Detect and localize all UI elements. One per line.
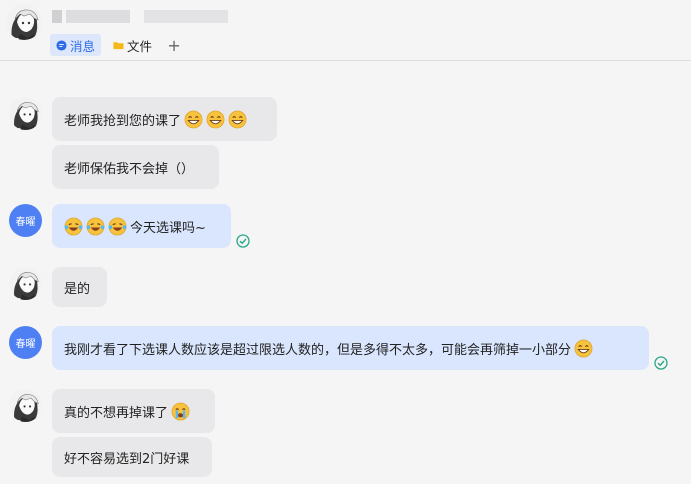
message-bubble[interactable]: 我刚才看了下选课人数应该是超过限选人数的，但是多得不太多，可能会再筛掉一小部分: [52, 326, 649, 370]
message-text: 是的: [64, 281, 91, 297]
laugh-cry-emoji: [64, 217, 83, 236]
avatar-initials: 春曜: [15, 339, 36, 350]
chat-bubble-icon: [56, 39, 67, 51]
contact-name-redacted: [144, 10, 228, 23]
message-bubble[interactable]: 今天选课吗~: [52, 204, 231, 248]
grin-emoji: [184, 110, 203, 129]
message-text: 我刚才看了下选课人数应该是超过限选人数的，但是多得不太多，可能会再筛掉一小部分: [64, 342, 572, 358]
grin-emoji: [574, 339, 593, 358]
message-bubble[interactable]: 好不容易选到2门好课: [52, 437, 212, 477]
sender-avatar[interactable]: [9, 389, 42, 422]
self-avatar[interactable]: 春曜: [9, 326, 42, 359]
contact-avatar[interactable]: [6, 4, 42, 40]
message-bubble[interactable]: 老师我抢到您的课了: [52, 97, 277, 141]
message-text: 老师我抢到您的课了: [64, 113, 182, 129]
tab-label: 消息: [70, 38, 96, 54]
chat-header: 消息 文件 +: [0, 0, 691, 61]
contact-name-redacted: [52, 10, 62, 23]
laugh-cry-emoji: [86, 217, 105, 236]
tab-messages[interactable]: 消息: [50, 34, 102, 56]
folder-icon: [113, 41, 124, 49]
add-tab-button[interactable]: +: [164, 36, 184, 55]
message-text: 今天选课吗~: [130, 220, 206, 236]
sender-avatar[interactable]: [9, 97, 42, 130]
tab-files[interactable]: 文件: [107, 34, 158, 56]
contact-name-redacted: [66, 10, 130, 23]
laugh-cry-emoji: [108, 217, 127, 236]
message-text: 真的不想再掉课了: [64, 405, 169, 421]
grin-emoji: [206, 110, 225, 129]
message-bubble[interactable]: 是的: [52, 267, 107, 307]
read-check-icon: [236, 234, 250, 248]
message-bubble[interactable]: 真的不想再掉课了: [52, 389, 215, 433]
sender-avatar[interactable]: [9, 267, 42, 300]
message-text: 好不容易选到2门好课: [64, 451, 190, 467]
message-text: 老师保佑我不会掉（）: [64, 161, 195, 177]
tab-label: 文件: [127, 38, 153, 54]
grin-emoji: [228, 110, 247, 129]
crying-emoji: [171, 402, 190, 421]
chat-tabs: 消息 文件 +: [50, 34, 184, 56]
self-avatar[interactable]: 春曜: [9, 204, 42, 237]
avatar-initials: 春曜: [15, 217, 36, 228]
read-check-icon: [654, 356, 668, 370]
message-bubble[interactable]: 老师保佑我不会掉（）: [52, 145, 219, 189]
